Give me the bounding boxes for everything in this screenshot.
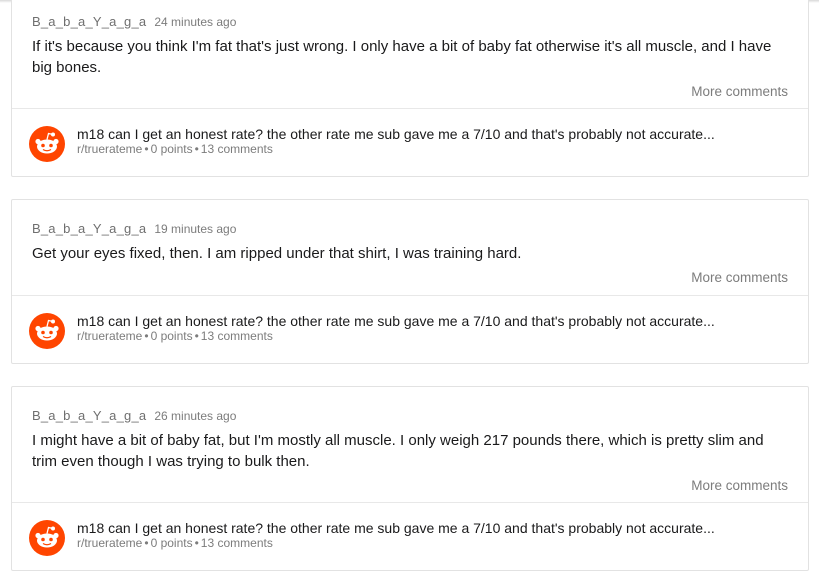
- post-comments-count[interactable]: 13 comments: [201, 329, 273, 343]
- comment: B_a_b_a_Y_a_g_a 24 minutes ago If it's be…: [12, 0, 808, 108]
- post-points: 0 points: [150, 142, 193, 156]
- more-comments-row: More comments: [32, 83, 788, 108]
- parent-post[interactable]: m18 can I get an honest rate? the other …: [12, 502, 808, 570]
- post-title[interactable]: m18 can I get an honest rate? the other …: [77, 519, 715, 537]
- comment-author[interactable]: B_a_b_a_Y_a_g_a: [32, 221, 146, 236]
- reddit-snoo-icon: [29, 313, 65, 349]
- meta-separator: •: [194, 142, 199, 156]
- comment-body: Get your eyes fixed, then. I am ripped u…: [32, 245, 522, 262]
- post-meta: r/truerateme • 0 points • 13 comments: [77, 536, 273, 550]
- comment-card: B_a_b_a_Y_a_g_a 24 minutes ago If it's be…: [11, 0, 809, 177]
- post-subreddit[interactable]: r/truerateme: [77, 329, 142, 343]
- post-points: 0 points: [150, 536, 193, 550]
- post-title[interactable]: m18 can I get an honest rate? the other …: [77, 312, 715, 330]
- more-comments-link[interactable]: More comments: [691, 84, 788, 99]
- comment-body: If it's because you think I'm fat that's…: [32, 38, 772, 76]
- comment-author[interactable]: B_a_b_a_Y_a_g_a: [32, 408, 146, 423]
- post-comments-count[interactable]: 13 comments: [201, 536, 273, 550]
- meta-separator: •: [144, 142, 149, 156]
- comment-time: 24 minutes ago: [154, 15, 237, 29]
- meta-separator: •: [194, 329, 199, 343]
- comment: B_a_b_a_Y_a_g_a 26 minutes ago I might ha…: [12, 387, 808, 502]
- post-meta: r/truerateme • 0 points • 13 comments: [77, 329, 273, 343]
- post-comments-count[interactable]: 13 comments: [201, 142, 273, 156]
- more-comments-link[interactable]: More comments: [691, 478, 788, 493]
- meta-separator: •: [144, 536, 149, 550]
- reddit-snoo-icon: [29, 520, 65, 556]
- post-points: 0 points: [150, 329, 193, 343]
- comment: B_a_b_a_Y_a_g_a 19 minutes ago Get your e…: [12, 200, 808, 295]
- comment-card: B_a_b_a_Y_a_g_a 19 minutes ago Get your e…: [11, 199, 809, 364]
- comment-meta: B_a_b_a_Y_a_g_a 24 minutes ago: [32, 14, 788, 30]
- comment-meta: B_a_b_a_Y_a_g_a 26 minutes ago: [32, 408, 788, 424]
- post-title[interactable]: m18 can I get an honest rate? the other …: [77, 125, 715, 143]
- more-comments-row: More comments: [32, 269, 788, 295]
- comment-card: B_a_b_a_Y_a_g_a 26 minutes ago I might ha…: [11, 386, 809, 571]
- parent-post[interactable]: m18 can I get an honest rate? the other …: [12, 108, 808, 176]
- comment-time: 19 minutes ago: [154, 222, 237, 236]
- parent-post[interactable]: m18 can I get an honest rate? the other …: [12, 295, 808, 363]
- more-comments-link[interactable]: More comments: [691, 270, 788, 285]
- meta-separator: •: [194, 536, 199, 550]
- post-subreddit[interactable]: r/truerateme: [77, 142, 142, 156]
- more-comments-row: More comments: [32, 477, 788, 502]
- reddit-snoo-icon: [29, 126, 65, 162]
- post-meta: r/truerateme • 0 points • 13 comments: [77, 142, 273, 156]
- comment-meta: B_a_b_a_Y_a_g_a 19 minutes ago: [32, 221, 788, 237]
- comment-author[interactable]: B_a_b_a_Y_a_g_a: [32, 14, 146, 29]
- post-subreddit[interactable]: r/truerateme: [77, 536, 142, 550]
- meta-separator: •: [144, 329, 149, 343]
- comment-body: I might have a bit of baby fat, but I'm …: [32, 432, 764, 470]
- comment-time: 26 minutes ago: [154, 409, 237, 423]
